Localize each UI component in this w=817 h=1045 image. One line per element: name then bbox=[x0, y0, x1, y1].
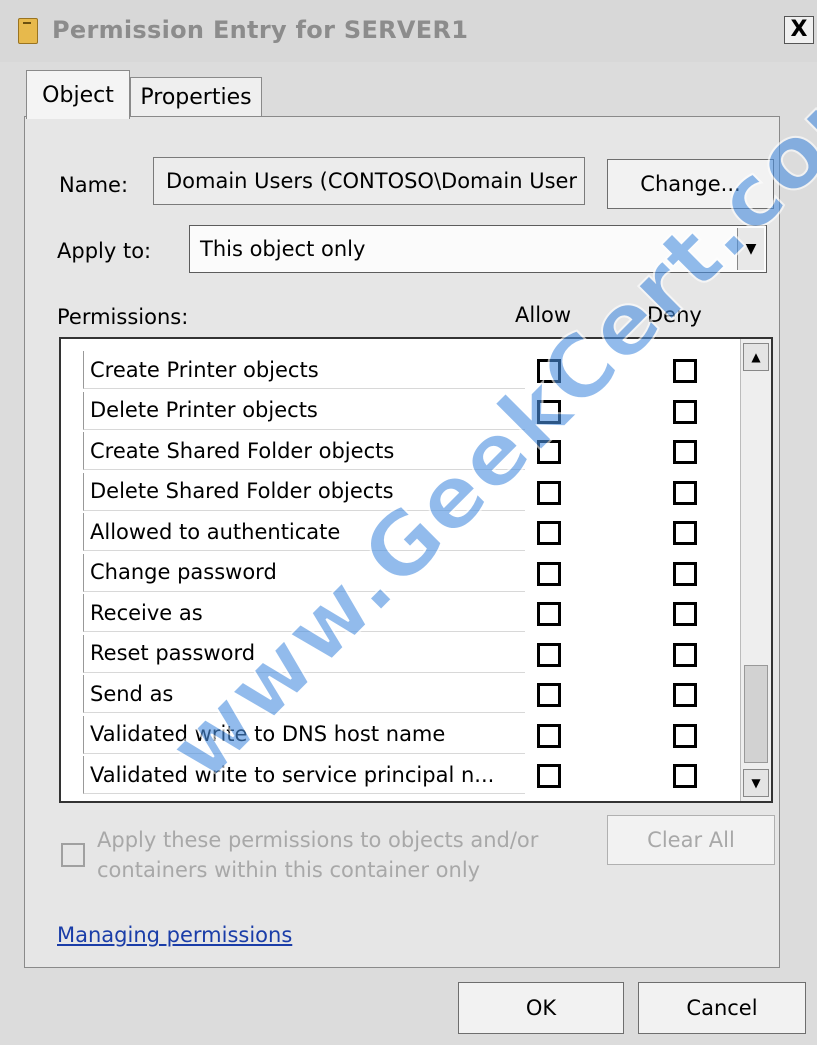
name-field: Domain Users (CONTOSO\Domain User bbox=[153, 157, 585, 205]
permission-row: Validated write to service principal n..… bbox=[61, 756, 745, 796]
permission-name: Receive as bbox=[83, 594, 525, 632]
managing-permissions-link[interactable]: Managing permissions bbox=[57, 923, 292, 947]
permission-name: Validated write to service principal n..… bbox=[83, 756, 525, 794]
permission-row: Delete Shared Folder objects bbox=[61, 472, 745, 513]
allow-checkbox[interactable] bbox=[537, 399, 561, 424]
permissions-label: Permissions: bbox=[57, 305, 189, 329]
apply-to-value: This object only bbox=[200, 237, 366, 261]
chevron-down-icon[interactable]: ▼ bbox=[737, 228, 764, 270]
deny-checkbox[interactable] bbox=[673, 642, 697, 667]
tab-object[interactable]: Object bbox=[26, 70, 130, 119]
permission-row: Delete Printer objects bbox=[61, 391, 745, 432]
list-scrollbar[interactable]: ▲ ▼ bbox=[740, 339, 771, 801]
permission-name: Delete Shared Folder objects bbox=[83, 472, 525, 511]
deny-checkbox[interactable] bbox=[673, 480, 697, 505]
ok-button[interactable]: OK bbox=[458, 982, 624, 1034]
scroll-thumb[interactable] bbox=[744, 665, 768, 763]
scroll-down-icon[interactable]: ▼ bbox=[743, 769, 769, 797]
allow-checkbox[interactable] bbox=[537, 764, 561, 788]
deny-checkbox[interactable] bbox=[673, 440, 697, 464]
deny-checkbox[interactable] bbox=[673, 683, 697, 707]
allow-header: Allow bbox=[515, 303, 572, 327]
close-button[interactable]: X bbox=[784, 16, 814, 44]
name-label: Name: bbox=[59, 173, 129, 197]
allow-checkbox[interactable] bbox=[537, 440, 561, 464]
close-icon: X bbox=[790, 17, 808, 42]
allow-checkbox[interactable] bbox=[537, 359, 561, 383]
permissions-list[interactable]: Create Printer objects Delete Printer obj… bbox=[59, 337, 773, 803]
deny-checkbox[interactable] bbox=[673, 723, 697, 748]
cancel-button[interactable]: Cancel bbox=[638, 982, 806, 1034]
permission-row: Create Shared Folder objects bbox=[61, 432, 745, 472]
scroll-up-icon[interactable]: ▲ bbox=[743, 343, 769, 371]
allow-checkbox[interactable] bbox=[537, 480, 561, 505]
permission-row: Validated write to DNS host name bbox=[61, 715, 745, 756]
title-bar: Permission Entry for SERVER1 X bbox=[0, 0, 817, 62]
allow-checkbox[interactable] bbox=[537, 723, 561, 748]
permission-name: Create Printer objects bbox=[83, 351, 525, 389]
tab-properties[interactable]: Properties bbox=[130, 77, 262, 116]
permission-name: Reset password bbox=[83, 634, 525, 673]
change-button[interactable]: Change... bbox=[607, 159, 774, 209]
deny-header: Deny bbox=[647, 303, 702, 327]
deny-checkbox[interactable] bbox=[673, 561, 697, 586]
folder-lock-icon bbox=[18, 18, 38, 44]
permission-row: Allowed to authenticate bbox=[61, 513, 745, 553]
permission-name: Create Shared Folder objects bbox=[83, 432, 525, 470]
deny-checkbox[interactable] bbox=[673, 764, 697, 788]
permission-name: Change password bbox=[83, 553, 525, 592]
clear-all-button[interactable]: Clear All bbox=[607, 815, 775, 865]
deny-checkbox[interactable] bbox=[673, 399, 697, 424]
allow-checkbox[interactable] bbox=[537, 521, 561, 545]
allow-checkbox[interactable] bbox=[537, 642, 561, 667]
permission-row: Reset password bbox=[61, 634, 745, 675]
deny-checkbox[interactable] bbox=[673, 602, 697, 626]
permission-name: Send as bbox=[83, 675, 525, 713]
apply-to-select[interactable]: This object only ▼ bbox=[189, 225, 767, 273]
allow-checkbox[interactable] bbox=[537, 602, 561, 626]
permission-name: Validated write to DNS host name bbox=[83, 715, 525, 754]
permission-row: Send as bbox=[61, 675, 745, 715]
permission-row: Create Printer objects bbox=[61, 351, 745, 391]
permission-entry-dialog: Permission Entry for SERVER1 X Object Pr… bbox=[0, 0, 817, 1045]
permission-name: Delete Printer objects bbox=[83, 391, 525, 430]
deny-checkbox[interactable] bbox=[673, 359, 697, 383]
window-title: Permission Entry for SERVER1 bbox=[52, 16, 469, 44]
allow-checkbox[interactable] bbox=[537, 561, 561, 586]
object-tab-panel: Name: Domain Users (CONTOSO\Domain User … bbox=[24, 116, 780, 968]
deny-checkbox[interactable] bbox=[673, 521, 697, 545]
allow-checkbox[interactable] bbox=[537, 683, 561, 707]
permission-row: Change password bbox=[61, 553, 745, 594]
permission-row: Receive as bbox=[61, 594, 745, 634]
permission-name: Allowed to authenticate bbox=[83, 513, 525, 551]
inherit-label: Apply these permissions to objects and/o… bbox=[97, 828, 539, 882]
inherit-checkbox[interactable] bbox=[61, 843, 85, 867]
apply-to-label: Apply to: bbox=[57, 239, 152, 263]
